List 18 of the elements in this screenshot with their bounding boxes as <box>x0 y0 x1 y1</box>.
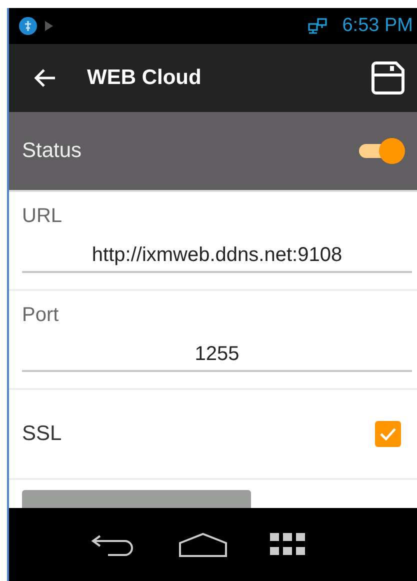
status-toggle[interactable] <box>357 138 405 164</box>
ssl-checkbox[interactable] <box>375 421 401 447</box>
input-field[interactable]: http://ixmweb.ddns.net:9108 <box>22 244 412 273</box>
field-label: URL <box>22 205 64 228</box>
screen-title: WEB Cloud <box>87 66 202 90</box>
apps-grid-icon[interactable] <box>270 532 306 556</box>
play-icon <box>45 21 53 31</box>
checkmark-icon <box>378 426 398 442</box>
status-label: Status <box>22 139 82 163</box>
network-icon <box>308 18 328 34</box>
home-icon[interactable] <box>178 532 228 558</box>
input-field[interactable]: 1255 <box>22 343 412 372</box>
app-icon <box>19 17 37 35</box>
clock-time: 6:53 PM <box>342 15 413 37</box>
field-label: Port <box>22 304 60 327</box>
back-arrow-icon[interactable] <box>33 68 57 88</box>
save-icon[interactable] <box>371 61 405 95</box>
ssl-label: SSL <box>22 422 62 446</box>
